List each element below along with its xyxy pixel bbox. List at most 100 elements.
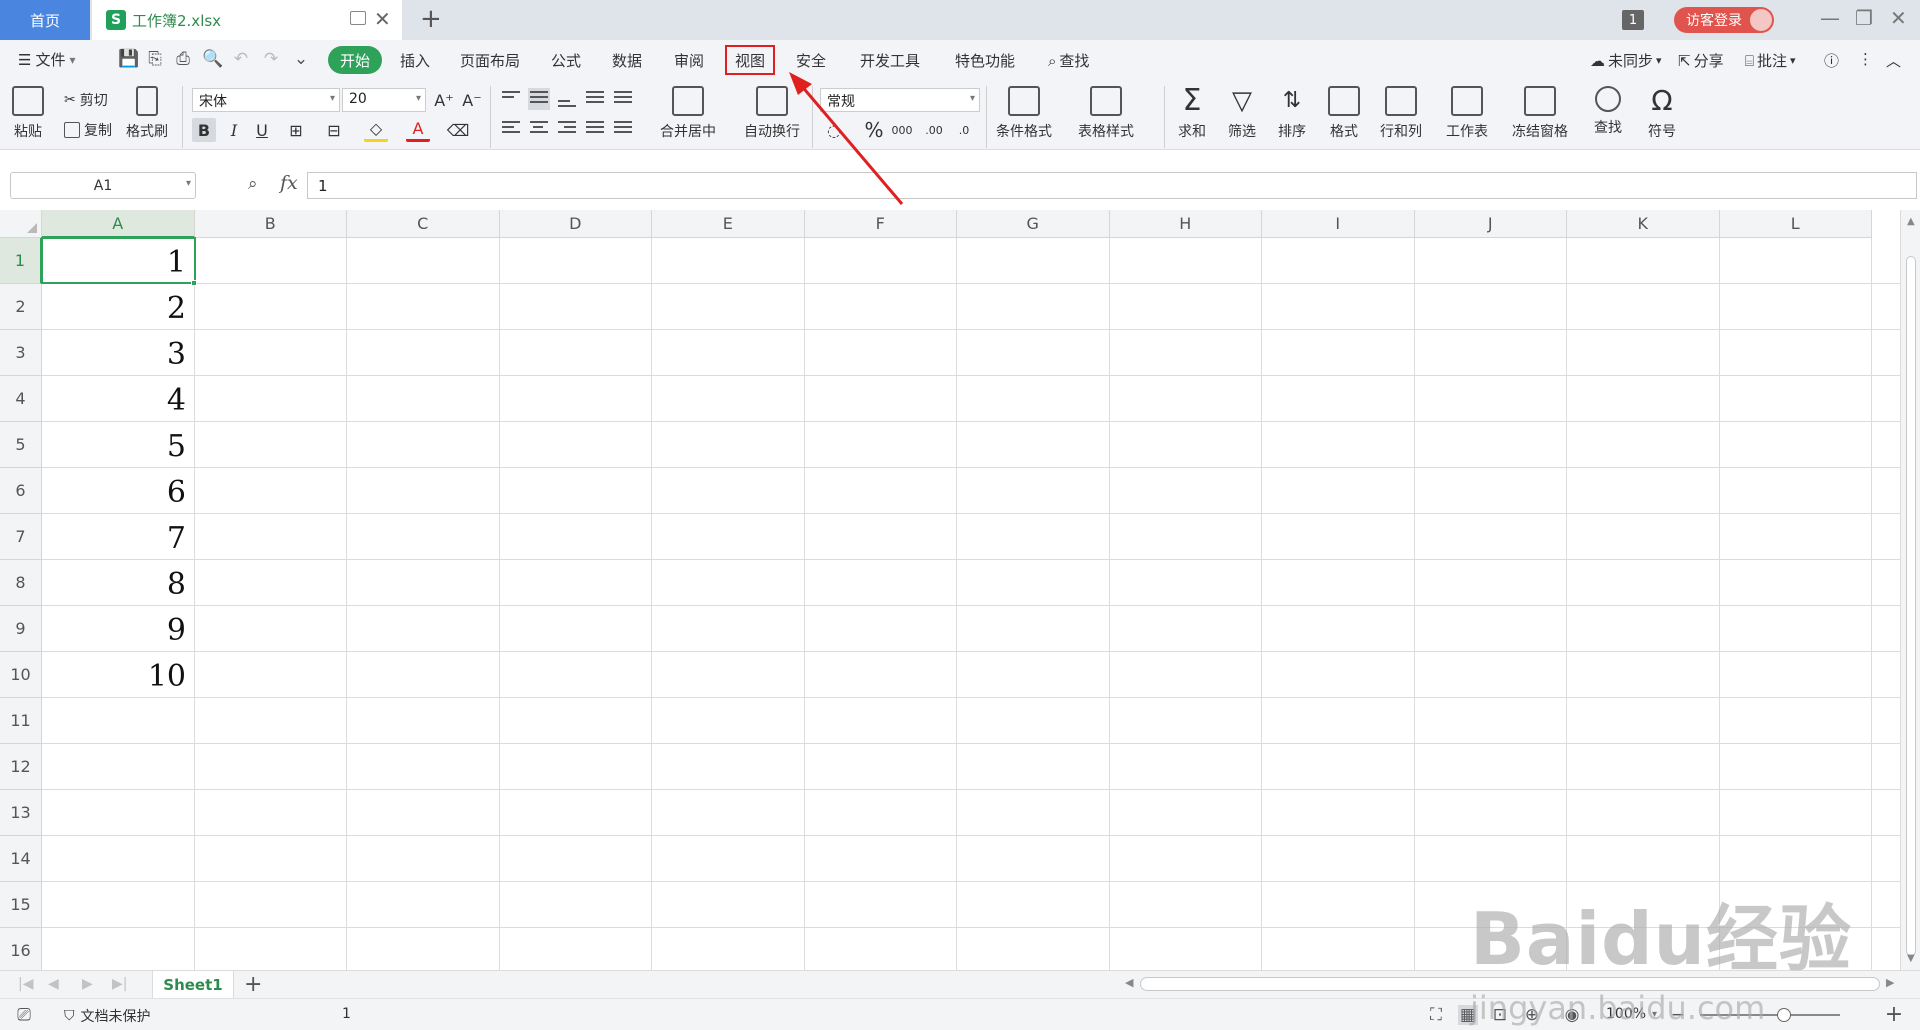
document-protection-status[interactable]: ⛉ 文档未保护 [64, 1006, 151, 1026]
zoom-formula-icon[interactable]: ⌕ [248, 174, 258, 194]
row-header-16[interactable]: 16 [0, 928, 42, 970]
tab-view[interactable]: 视图 [725, 45, 776, 75]
cell-a7[interactable]: 7 [42, 516, 194, 562]
tab-data[interactable]: 数据 [612, 50, 642, 71]
worksheet-grid[interactable]: ABCDEFGHIJKL 1 2 3 4 5 6 7 8 9 10 11 12 13 14 15 16 123… [0, 210, 1900, 970]
clear-format-icon[interactable]: ⌫ [446, 118, 470, 142]
export-icon[interactable]: ⎘ [146, 50, 164, 68]
tab-formula[interactable]: 公式 [551, 50, 581, 71]
print-icon[interactable]: ⎙ [174, 50, 192, 68]
vertical-scroll-thumb[interactable] [1906, 256, 1916, 956]
align-bottom-icon[interactable] [556, 88, 578, 110]
column-header-g[interactable]: G [957, 210, 1110, 238]
scroll-down-icon[interactable]: ▼ [1907, 953, 1915, 964]
freeze-panes-button[interactable]: 冻结窗格 [1512, 80, 1568, 141]
conditional-format-button[interactable]: 条件格式 [996, 80, 1052, 141]
row-header-5[interactable]: 5 [0, 422, 42, 468]
sync-status[interactable]: ☁ 未同步 ▾ [1590, 50, 1662, 71]
cell-a2[interactable]: 2 [42, 286, 194, 332]
column-header-k[interactable]: K [1567, 210, 1720, 238]
fill-color-icon[interactable]: ◇ [364, 118, 388, 142]
align-left-icon[interactable] [500, 118, 522, 140]
row-header-4[interactable]: 4 [0, 376, 42, 422]
first-sheet-icon[interactable]: |◀ [18, 976, 33, 992]
cell-a5[interactable]: 5 [42, 424, 194, 470]
align-center-icon[interactable] [528, 118, 550, 140]
thousands-separator-button[interactable]: 000 [890, 118, 914, 142]
comment-button[interactable]: ⌸ 批注 ▾ [1745, 50, 1796, 71]
last-sheet-icon[interactable]: ▶| [112, 976, 127, 992]
column-header-e[interactable]: E [652, 210, 805, 238]
find-button[interactable]: 查找 [1594, 80, 1622, 137]
vertical-scrollbar[interactable]: ▲ ▼ [1900, 210, 1920, 970]
save-icon[interactable]: 💾 [118, 50, 139, 68]
restore-icon[interactable]: ❐ [1855, 6, 1873, 30]
tab-security[interactable]: 安全 [796, 50, 826, 71]
add-sheet-icon[interactable]: + [244, 972, 262, 997]
increase-font-icon[interactable]: A⁺ [432, 88, 456, 112]
zoom-in-icon[interactable]: + [1884, 1004, 1904, 1026]
fullscreen-icon[interactable]: ⛶ [1426, 1005, 1446, 1025]
distribute-icon[interactable] [612, 118, 634, 140]
macro-record-icon[interactable]: ⎚ [14, 1005, 34, 1025]
column-header-i[interactable]: I [1262, 210, 1415, 238]
currency-icon[interactable]: ◌ [822, 118, 846, 142]
scroll-right-icon[interactable]: ▶ [1886, 976, 1894, 989]
tab-special-features[interactable]: 特色功能 [955, 50, 1015, 71]
format-painter-button[interactable]: 格式刷 [126, 80, 168, 141]
table-style-button[interactable]: 表格样式 [1078, 80, 1134, 141]
row-header-11[interactable]: 11 [0, 698, 42, 744]
font-color-button[interactable]: A [406, 118, 430, 142]
name-box[interactable]: A1 ▾ [10, 172, 196, 199]
copy-button[interactable]: 复制 [64, 120, 112, 140]
align-top-icon[interactable] [500, 88, 522, 110]
formula-input[interactable]: 1 [307, 172, 1917, 199]
insert-function-button[interactable]: fx [280, 172, 298, 194]
scroll-up-icon[interactable]: ▲ [1907, 216, 1915, 227]
decrease-font-icon[interactable]: A⁻ [460, 88, 484, 112]
column-header-b[interactable]: B [194, 210, 347, 238]
sum-button[interactable]: Σ 求和 [1176, 80, 1208, 141]
column-header-f[interactable]: F [804, 210, 957, 238]
redo-icon[interactable]: ↷ [262, 50, 280, 68]
home-tab[interactable]: 首页 [0, 0, 90, 40]
row-header-2[interactable]: 2 [0, 284, 42, 330]
column-header-h[interactable]: H [1109, 210, 1262, 238]
tab-start[interactable]: 开始 [328, 46, 383, 74]
bold-button[interactable]: B [192, 118, 216, 142]
row-header-10[interactable]: 10 [0, 652, 42, 698]
prev-sheet-icon[interactable]: ◀ [48, 976, 59, 992]
border-icon[interactable]: ⊞ [284, 118, 308, 142]
column-header-c[interactable]: C [347, 210, 500, 238]
close-tab-icon[interactable]: ✕ [374, 7, 391, 31]
format-button[interactable]: 格式 [1328, 80, 1360, 141]
tab-insert[interactable]: 插入 [400, 50, 430, 71]
minimize-icon[interactable]: — [1820, 6, 1840, 30]
font-name-select[interactable]: 宋体 ▾ [192, 88, 340, 112]
paste-button[interactable]: 粘贴 [12, 80, 44, 141]
justify-icon[interactable] [584, 118, 606, 140]
cell-a8[interactable]: 8 [42, 562, 194, 608]
float-window-icon[interactable] [350, 11, 366, 25]
row-header-6[interactable]: 6 [0, 468, 42, 514]
wrap-text-button[interactable]: 自动换行 [744, 80, 800, 141]
row-header-15[interactable]: 15 [0, 882, 42, 928]
print-preview-icon[interactable]: 🔍 [202, 50, 223, 68]
font-size-select[interactable]: 20 ▾ [342, 88, 426, 112]
row-header-8[interactable]: 8 [0, 560, 42, 606]
worksheet-button[interactable]: 工作表 [1446, 80, 1488, 141]
tab-review[interactable]: 审阅 [674, 50, 704, 71]
row-header-7[interactable]: 7 [0, 514, 42, 560]
share-button[interactable]: ⇱ 分享 [1678, 50, 1724, 71]
column-header-l[interactable]: L [1719, 210, 1872, 238]
help-icon[interactable]: ⓘ [1824, 50, 1839, 71]
column-header-j[interactable]: J [1414, 210, 1567, 238]
cell-a9[interactable]: 9 [42, 608, 194, 654]
symbol-button[interactable]: Ω 符号 [1646, 80, 1678, 141]
decrease-decimal-button[interactable]: .0 [952, 118, 976, 142]
align-right-icon[interactable] [556, 118, 578, 140]
close-window-icon[interactable]: ✕ [1890, 6, 1907, 30]
underline-button[interactable]: U [250, 118, 274, 142]
window-count-badge[interactable]: 1 [1622, 10, 1644, 30]
tab-page-layout[interactable]: 页面布局 [460, 50, 520, 71]
